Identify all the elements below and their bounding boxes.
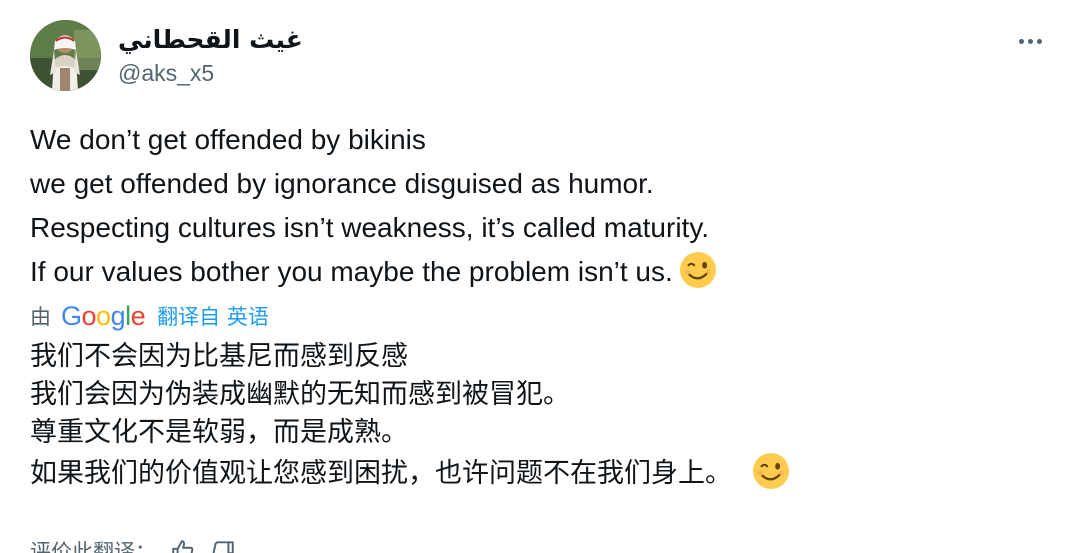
avatar[interactable] <box>30 20 101 91</box>
translation-line-last: 如果我们的价值观让您感到困扰，也许问题不在我们身上。 <box>30 452 1050 493</box>
tweet-text: We don’t get offended by bikinis we get … <box>30 118 1050 294</box>
thumbs-down-icon[interactable] <box>210 538 236 553</box>
winking-face-emoji-icon <box>752 452 790 490</box>
author-names: غيث القحطاني @aks_x5 <box>118 24 303 89</box>
winking-face-emoji-icon <box>679 251 716 289</box>
translation-text: 我们不会因为比基尼而感到反感 我们会因为伪装成幽默的无知而感到被冒犯。 尊重文化… <box>30 338 1050 493</box>
rate-translation-label: 评价此翻译： <box>30 540 156 553</box>
translation-line: 我们会因为伪装成幽默的无知而感到被冒犯。 <box>30 379 570 410</box>
tweet-line: Respecting cultures isn’t weakness, it’s… <box>30 212 710 243</box>
tweet-header: غيث القحطاني @aks_x5 <box>30 20 1050 96</box>
display-name[interactable]: غيث القحطاني <box>118 24 303 56</box>
thumbs-up-icon[interactable] <box>170 538 196 553</box>
tweet-line-last: If our values bother you maybe the probl… <box>30 250 1050 294</box>
translation-line: 尊重文化不是软弱，而是成熟。 <box>30 417 408 448</box>
translated-by: 由 Google 翻译自 英语 <box>30 299 269 333</box>
tweet-card: غيث القحطاني @aks_x5 We don’t get offend… <box>0 0 1080 553</box>
translated-from-link[interactable]: 翻译自 英语 <box>157 301 269 331</box>
translation-line-text: 如果我们的价值观让您感到困扰，也许问题不在我们身上。 <box>30 458 732 489</box>
tweet-line-text: If our values bother you maybe the probl… <box>30 256 673 287</box>
tweet-line: We don’t get offended by bikinis <box>30 124 426 155</box>
translated-by-label: 由 <box>30 305 51 329</box>
rate-translation-row: 评价此翻译： <box>30 536 236 553</box>
translation-line: 我们不会因为比基尼而感到反感 <box>30 341 408 372</box>
user-handle[interactable]: @aks_x5 <box>118 57 303 89</box>
more-horizontal-icon[interactable] <box>1010 26 1050 56</box>
google-logo-icon: Google <box>61 300 146 331</box>
tweet-line: we get offended by ignorance disguised a… <box>30 168 654 199</box>
